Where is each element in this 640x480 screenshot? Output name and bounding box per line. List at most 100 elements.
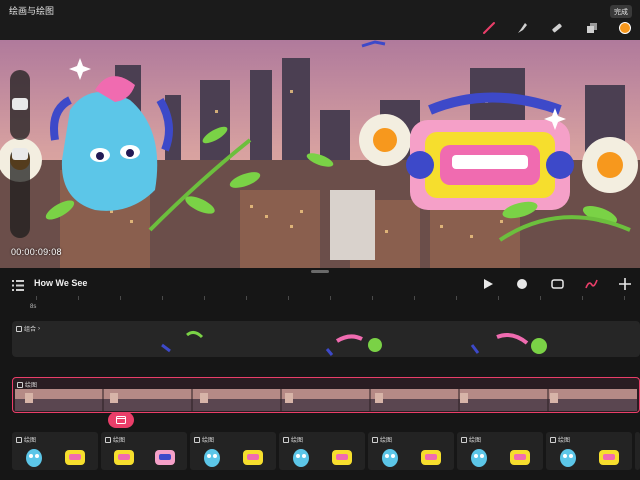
- boombox-thumbnail: [242, 450, 263, 465]
- done-button[interactable]: 完成: [610, 5, 632, 18]
- visibility-checkbox[interactable]: [372, 436, 378, 443]
- ruler-tick: [78, 296, 79, 300]
- clip-frames: [192, 445, 274, 469]
- animation-clip[interactable]: 绘图: [190, 432, 276, 470]
- clip-label: 绘图: [550, 435, 570, 444]
- clip-label: 绘图: [372, 435, 392, 444]
- group-track-thumbnails: [161, 330, 547, 356]
- ruler-tick: [372, 296, 373, 300]
- character-thumbnail: [381, 449, 398, 467]
- layers-tool[interactable]: [584, 20, 600, 36]
- ruler-label: 8s: [30, 304, 37, 310]
- draw-mode-button[interactable]: [584, 277, 598, 291]
- clip-frames: [14, 445, 96, 469]
- add-icon: [619, 278, 631, 290]
- visibility-checkbox[interactable]: [283, 436, 289, 443]
- film-icon: [116, 416, 126, 424]
- top-bar: [0, 0, 640, 40]
- brush-icon: [483, 22, 495, 34]
- clip-label: 绘图: [283, 435, 303, 444]
- play-icon: [484, 279, 493, 289]
- animation-clip[interactable]: 绘图: [457, 432, 543, 470]
- timeline-ruler[interactable]: [0, 296, 640, 314]
- clip-name: 绘图: [558, 438, 571, 444]
- eraser-tool[interactable]: [549, 20, 565, 36]
- character-thumbnail: [25, 449, 42, 467]
- clip-name: 绘图: [291, 438, 304, 444]
- visibility-checkbox[interactable]: [17, 381, 23, 388]
- add-button[interactable]: [618, 277, 632, 291]
- app-title: 绘画与绘图: [9, 6, 55, 16]
- brush-opacity-slider[interactable]: [10, 148, 30, 238]
- animation-clip[interactable]: 绘图: [279, 432, 365, 470]
- clip-frames: [103, 445, 185, 469]
- clip-label: 绘图: [105, 435, 125, 444]
- eraser-icon: [552, 23, 562, 33]
- character-thumbnail: [203, 449, 220, 467]
- brush-opacity-knob[interactable]: [12, 148, 28, 160]
- video-track-name: 绘图: [25, 383, 38, 389]
- animation-clip[interactable]: 绘图: [12, 432, 98, 470]
- animation-clip[interactable]: 绘图: [546, 432, 632, 470]
- video-track-label: 绘图: [17, 380, 37, 389]
- boombox-thumbnail: [64, 450, 85, 465]
- clip-frames: [281, 445, 363, 469]
- brush-size-slider[interactable]: [10, 70, 30, 140]
- clip-frames: [548, 445, 630, 469]
- layers-icon: [587, 23, 597, 33]
- boombox-thumbnail: [509, 450, 530, 465]
- list-icon: [12, 280, 24, 291]
- clip-name: 绘图: [469, 438, 482, 444]
- visibility-checkbox[interactable]: [550, 436, 556, 443]
- ruler-tick: [540, 296, 541, 300]
- visibility-checkbox[interactable]: [16, 436, 22, 443]
- ruler-tick: [288, 296, 289, 300]
- project-list-button[interactable]: [12, 278, 24, 291]
- animation-clip[interactable]: 绘图: [101, 432, 187, 470]
- artwork-illustration: [0, 40, 640, 268]
- clip-frames: [459, 445, 541, 469]
- animation-track: 绘图 绘图 绘图 绘图 绘图 绘图 绘图: [12, 432, 640, 470]
- record-icon: [517, 279, 527, 289]
- ruler-tick: [36, 296, 37, 300]
- clip-name: 绘图: [202, 438, 215, 444]
- timecode: 00:00:09:08: [11, 247, 62, 257]
- clip-icon: [550, 279, 564, 289]
- clip-label: 绘图: [16, 435, 36, 444]
- animation-clip[interactable]: 绘图: [635, 432, 640, 470]
- drawing-canvas[interactable]: [0, 40, 640, 268]
- color-picker-button[interactable]: [619, 22, 631, 34]
- smudge-icon: [518, 23, 527, 33]
- brush-size-knob[interactable]: [12, 98, 28, 110]
- ruler-tick: [624, 296, 625, 300]
- clip-button[interactable]: [550, 277, 564, 291]
- video-track[interactable]: 绘图: [12, 377, 640, 413]
- ruler-tick: [456, 296, 457, 300]
- group-track[interactable]: 组合 ›: [12, 321, 640, 357]
- project-title: How We See: [34, 278, 88, 288]
- boombox-thumbnail: [331, 450, 352, 465]
- play-button[interactable]: [481, 277, 495, 291]
- visibility-checkbox[interactable]: [105, 436, 111, 443]
- clip-options-button[interactable]: [108, 412, 134, 428]
- animation-clip[interactable]: 绘图: [368, 432, 454, 470]
- ruler-tick: [498, 296, 499, 300]
- brush-tool[interactable]: [481, 20, 497, 36]
- record-button[interactable]: [515, 277, 529, 291]
- video-filmstrip: [15, 389, 637, 411]
- clip-name: 绘图: [24, 438, 37, 444]
- timeline-header: [0, 274, 640, 296]
- boombox-thumbnail: [420, 450, 441, 465]
- boombox-thumbnail: [113, 450, 134, 465]
- clip-name: 绘图: [380, 438, 393, 444]
- boombox-thumbnail: [154, 450, 175, 465]
- smudge-tool[interactable]: [514, 20, 530, 36]
- clip-label: 绘图: [194, 435, 214, 444]
- visibility-checkbox[interactable]: [461, 436, 467, 443]
- ruler-tick: [582, 296, 583, 300]
- panel-resize-handle[interactable]: [311, 270, 329, 273]
- ruler-tick: [330, 296, 331, 300]
- boombox-thumbnail: [598, 450, 619, 465]
- visibility-checkbox[interactable]: [194, 436, 200, 443]
- clip-name: 绘图: [113, 438, 126, 444]
